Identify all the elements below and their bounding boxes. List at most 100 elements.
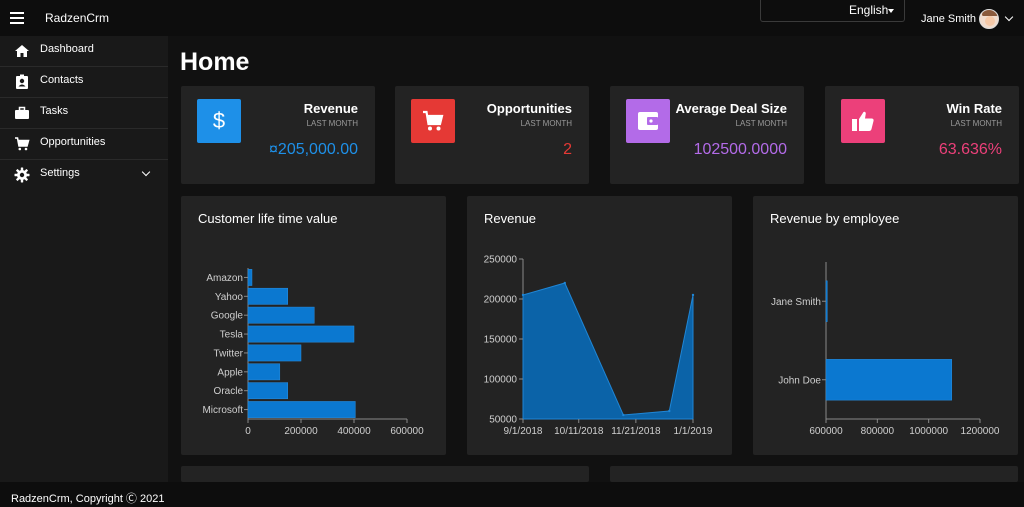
lower-card-right — [610, 466, 1018, 482]
x-tick-label: 600000 — [390, 426, 424, 437]
x-tick-label: 800000 — [861, 426, 895, 437]
home-icon — [15, 45, 29, 57]
y-tick-label: 50000 — [489, 415, 517, 426]
sidebar-item-label: Tasks — [40, 105, 69, 117]
bar-amazon — [247, 269, 253, 286]
sidebar-item-dashboard[interactable]: Dashboard — [0, 36, 168, 67]
kpi-title: Opportunities — [486, 101, 572, 116]
kpi-subtitle: LAST MONTH — [735, 119, 787, 128]
kpi-icon-box — [841, 99, 885, 143]
footer-copyright: RadzenCrm, Copyright Ⓒ 2021 — [11, 493, 165, 505]
sidebar-item-label: Contacts — [40, 74, 84, 86]
kpi-card-average-deal-size: Average Deal Size LAST MONTH 102500.0000 — [610, 86, 804, 184]
sidebar-item-label: Dashboard — [40, 43, 94, 55]
y-tick-label: 250000 — [484, 255, 518, 266]
data-point — [521, 293, 525, 297]
x-tick-label: 1/1/2019 — [674, 426, 713, 437]
sidebar-item-settings[interactable]: Settings — [0, 160, 168, 191]
kpi-subtitle: LAST MONTH — [950, 119, 1002, 128]
y-tick-label: Yahoo — [215, 292, 244, 303]
kpi-card-win-rate: Win Rate LAST MONTH 63.636% — [825, 86, 1019, 184]
x-tick-label: 9/1/2018 — [504, 426, 543, 437]
bar-microsoft — [247, 401, 356, 418]
bar-jane-smith — [825, 280, 828, 322]
x-tick-label: 0 — [245, 426, 251, 437]
sidebar-item-label: Settings — [40, 167, 80, 179]
y-tick-label: Jane Smith — [771, 297, 821, 308]
kpi-value: ¤205,000.00 — [269, 141, 358, 158]
top-header: RadzenCrm English Jane Smith — [0, 0, 1024, 36]
y-tick-label: 150000 — [484, 335, 518, 346]
chart-card-customer-ltv: Customer life time value Amazon Yahoo Goog… — [181, 196, 446, 455]
thumbs-up-icon — [852, 111, 874, 131]
page-title: Home — [180, 48, 250, 76]
data-point — [622, 413, 625, 417]
kpi-subtitle: LAST MONTH — [306, 119, 358, 128]
dollar-icon: $ — [213, 109, 225, 133]
y-tick-label: Microsoft — [202, 405, 243, 416]
bar-google — [247, 306, 315, 324]
y-tick-label: Apple — [217, 367, 243, 378]
bar-apple — [247, 363, 281, 381]
kpi-icon-box — [411, 99, 455, 143]
kpi-icon-box: $ — [197, 99, 241, 143]
data-point — [668, 409, 671, 413]
kpi-title: Average Deal Size — [675, 101, 787, 116]
cart-icon — [423, 110, 444, 131]
bar-oracle — [247, 382, 288, 400]
chevron-down-icon[interactable] — [1004, 12, 1014, 22]
briefcase-icon — [15, 106, 29, 119]
sidebar-item-tasks[interactable]: Tasks — [0, 98, 168, 129]
y-tick-label: Tesla — [220, 330, 244, 341]
sidebar-item-contacts[interactable]: Contacts — [0, 67, 168, 98]
avatar[interactable] — [979, 9, 999, 29]
sidebar-item-opportunities[interactable]: Opportunities — [0, 129, 168, 160]
chart-card-revenue-by-employee: Revenue by employee Jane Smith John Doe 60… — [753, 196, 1018, 455]
caret-down-icon[interactable] — [888, 9, 894, 13]
kpi-card-revenue: $ Revenue LAST MONTH ¤205,000.00 — [181, 86, 375, 184]
kpi-title: Win Rate — [946, 101, 1003, 116]
y-tick-label: John Doe — [778, 375, 821, 386]
contact-card-icon — [16, 74, 28, 89]
y-tick-label: 200000 — [484, 295, 518, 306]
kpi-value: 2 — [563, 141, 572, 158]
svg-text:$: $ — [213, 109, 225, 133]
wallet-icon — [638, 112, 658, 130]
y-tick-label: 100000 — [484, 375, 518, 386]
lower-card-left — [181, 466, 589, 482]
hamburger-menu-icon[interactable] — [10, 12, 24, 24]
x-tick-label: 600000 — [809, 426, 843, 437]
kpi-card-opportunities: Opportunities LAST MONTH 2 — [395, 86, 589, 184]
x-tick-label: 200000 — [284, 426, 318, 437]
chart-card-revenue: Revenue 50000 100000 150000 200000 250000 9/1… — [467, 196, 732, 455]
app-title: RadzenCrm — [45, 11, 110, 25]
kpi-title: Revenue — [303, 101, 358, 116]
revenue-chart: 50000 100000 150000 200000 250000 9/1/2018 10/… — [484, 255, 713, 438]
bar-john-doe — [825, 359, 953, 401]
x-tick-label: 1200000 — [961, 426, 1000, 437]
sidebar: Dashboard Contacts Tasks Opportunities S… — [0, 36, 168, 482]
bar-twitter — [247, 344, 302, 362]
chevron-down-icon[interactable] — [141, 167, 151, 177]
revenue-by-employee-chart: Jane Smith John Doe 600000 800000 1000000 120… — [771, 262, 1000, 437]
kpi-icon-box — [626, 99, 670, 143]
kpi-subtitle: LAST MONTH — [520, 119, 572, 128]
x-tick-label: 1000000 — [909, 426, 948, 437]
user-name[interactable]: Jane Smith — [921, 13, 976, 25]
bar-tesla — [247, 325, 355, 343]
sidebar-item-label: Opportunities — [40, 136, 106, 148]
kpi-value: 63.636% — [938, 141, 1002, 158]
x-tick-label: 10/11/2018 — [554, 426, 604, 437]
bar-yahoo — [247, 287, 288, 305]
data-point — [563, 281, 567, 285]
y-tick-label: Amazon — [206, 273, 243, 284]
x-tick-label: 11/21/2018 — [611, 426, 661, 437]
y-tick-label: Twitter — [214, 348, 244, 359]
area-series-revenue — [522, 282, 694, 420]
x-tick-label: 400000 — [337, 426, 371, 437]
footer: RadzenCrm, Copyright Ⓒ 2021 — [0, 482, 1024, 507]
customer-ltv-chart: Amazon Yahoo Google Tesla Twitter Apple Oracle… — [202, 268, 424, 437]
data-point — [691, 293, 695, 297]
language-selected[interactable]: English — [849, 3, 888, 17]
kpi-value: 102500.0000 — [693, 141, 787, 158]
